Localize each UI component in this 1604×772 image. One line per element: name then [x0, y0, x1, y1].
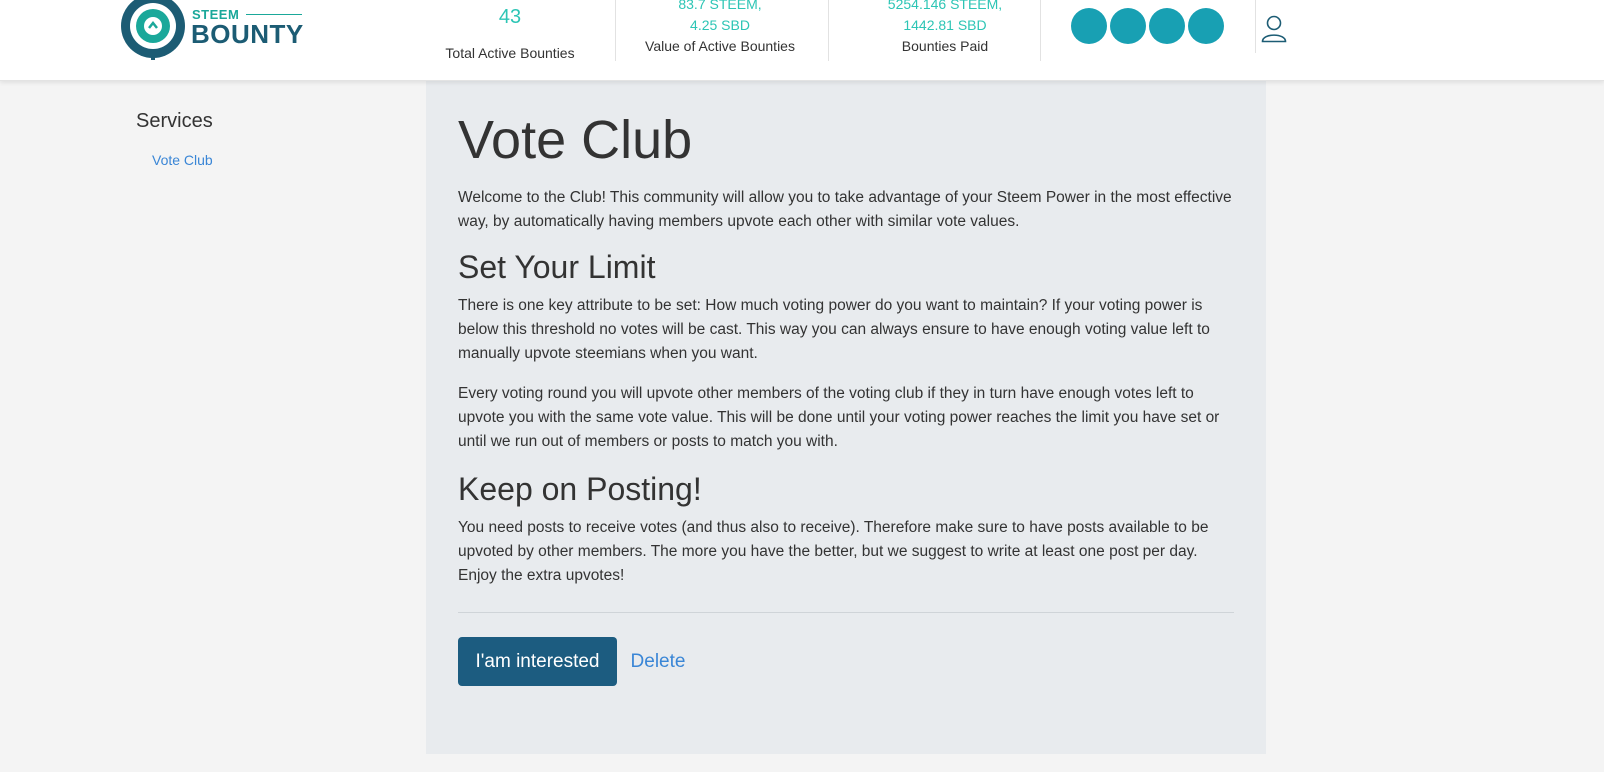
section-paragraph: You need posts to receive votes (and thu… [458, 519, 1209, 584]
page-title: Vote Club [458, 110, 693, 170]
stat-label: Value of Active Bounties [645, 38, 795, 54]
top-header: STEEM BOUNTY 43 Total Active Bounties 83… [0, 0, 1604, 81]
circle-button-4[interactable] [1188, 8, 1224, 44]
interested-button[interactable]: I'am interested [458, 637, 617, 686]
stat-value-steem: 5254.146 STEEM, [887, 0, 1003, 12]
header-divider [828, 0, 829, 61]
header-divider [1040, 0, 1041, 61]
stat-value-active-bounties: 83.7 STEEM, 4.25 SBD Value of Active Bou… [630, 0, 810, 56]
circle-button-3[interactable] [1149, 8, 1185, 44]
sidebar-title: Services [136, 110, 213, 132]
circle-button-1[interactable] [1071, 8, 1107, 44]
target-logo-icon [121, 0, 185, 60]
stat-value-sbd: 4.25 SBD [690, 17, 750, 33]
logo-text-bounty: BOUNTY [191, 19, 304, 49]
stat-value-sbd: 1442.81 SBD [903, 17, 987, 33]
delete-button[interactable]: Delete [622, 637, 694, 686]
main-content: Vote Club Welcome to the Club! This comm… [426, 80, 1266, 754]
stat-bounties-paid: 5254.146 STEEM, 1442.81 SBD Bounties Pai… [860, 0, 1030, 56]
section-paragraph: There is one key attribute to be set: Ho… [458, 297, 1210, 362]
header-divider [1255, 0, 1256, 53]
sidebar-item-vote-club[interactable]: Vote Club [152, 152, 213, 168]
intro-paragraph: Welcome to the Club! This community will… [458, 189, 1232, 230]
logo-divider [246, 14, 302, 15]
steem-bounty-logo[interactable]: STEEM BOUNTY [120, 0, 310, 60]
stat-total-active-bounties: 43 Total Active Bounties [430, 0, 590, 63]
section-heading-set-your-limit: Set Your Limit [458, 249, 656, 285]
circle-button-2[interactable] [1110, 8, 1146, 44]
user-icon[interactable] [1261, 15, 1287, 43]
content-divider [458, 612, 1234, 613]
section-heading-keep-on-posting: Keep on Posting! [458, 471, 702, 507]
header-divider [615, 0, 616, 61]
stat-value: 43 [498, 6, 522, 28]
section-paragraph: Every voting round you will upvote other… [458, 385, 1220, 450]
stat-label: Total Active Bounties [445, 45, 575, 61]
stat-label: Bounties Paid [901, 38, 989, 54]
stat-value-steem: 83.7 STEEM, [678, 0, 762, 12]
